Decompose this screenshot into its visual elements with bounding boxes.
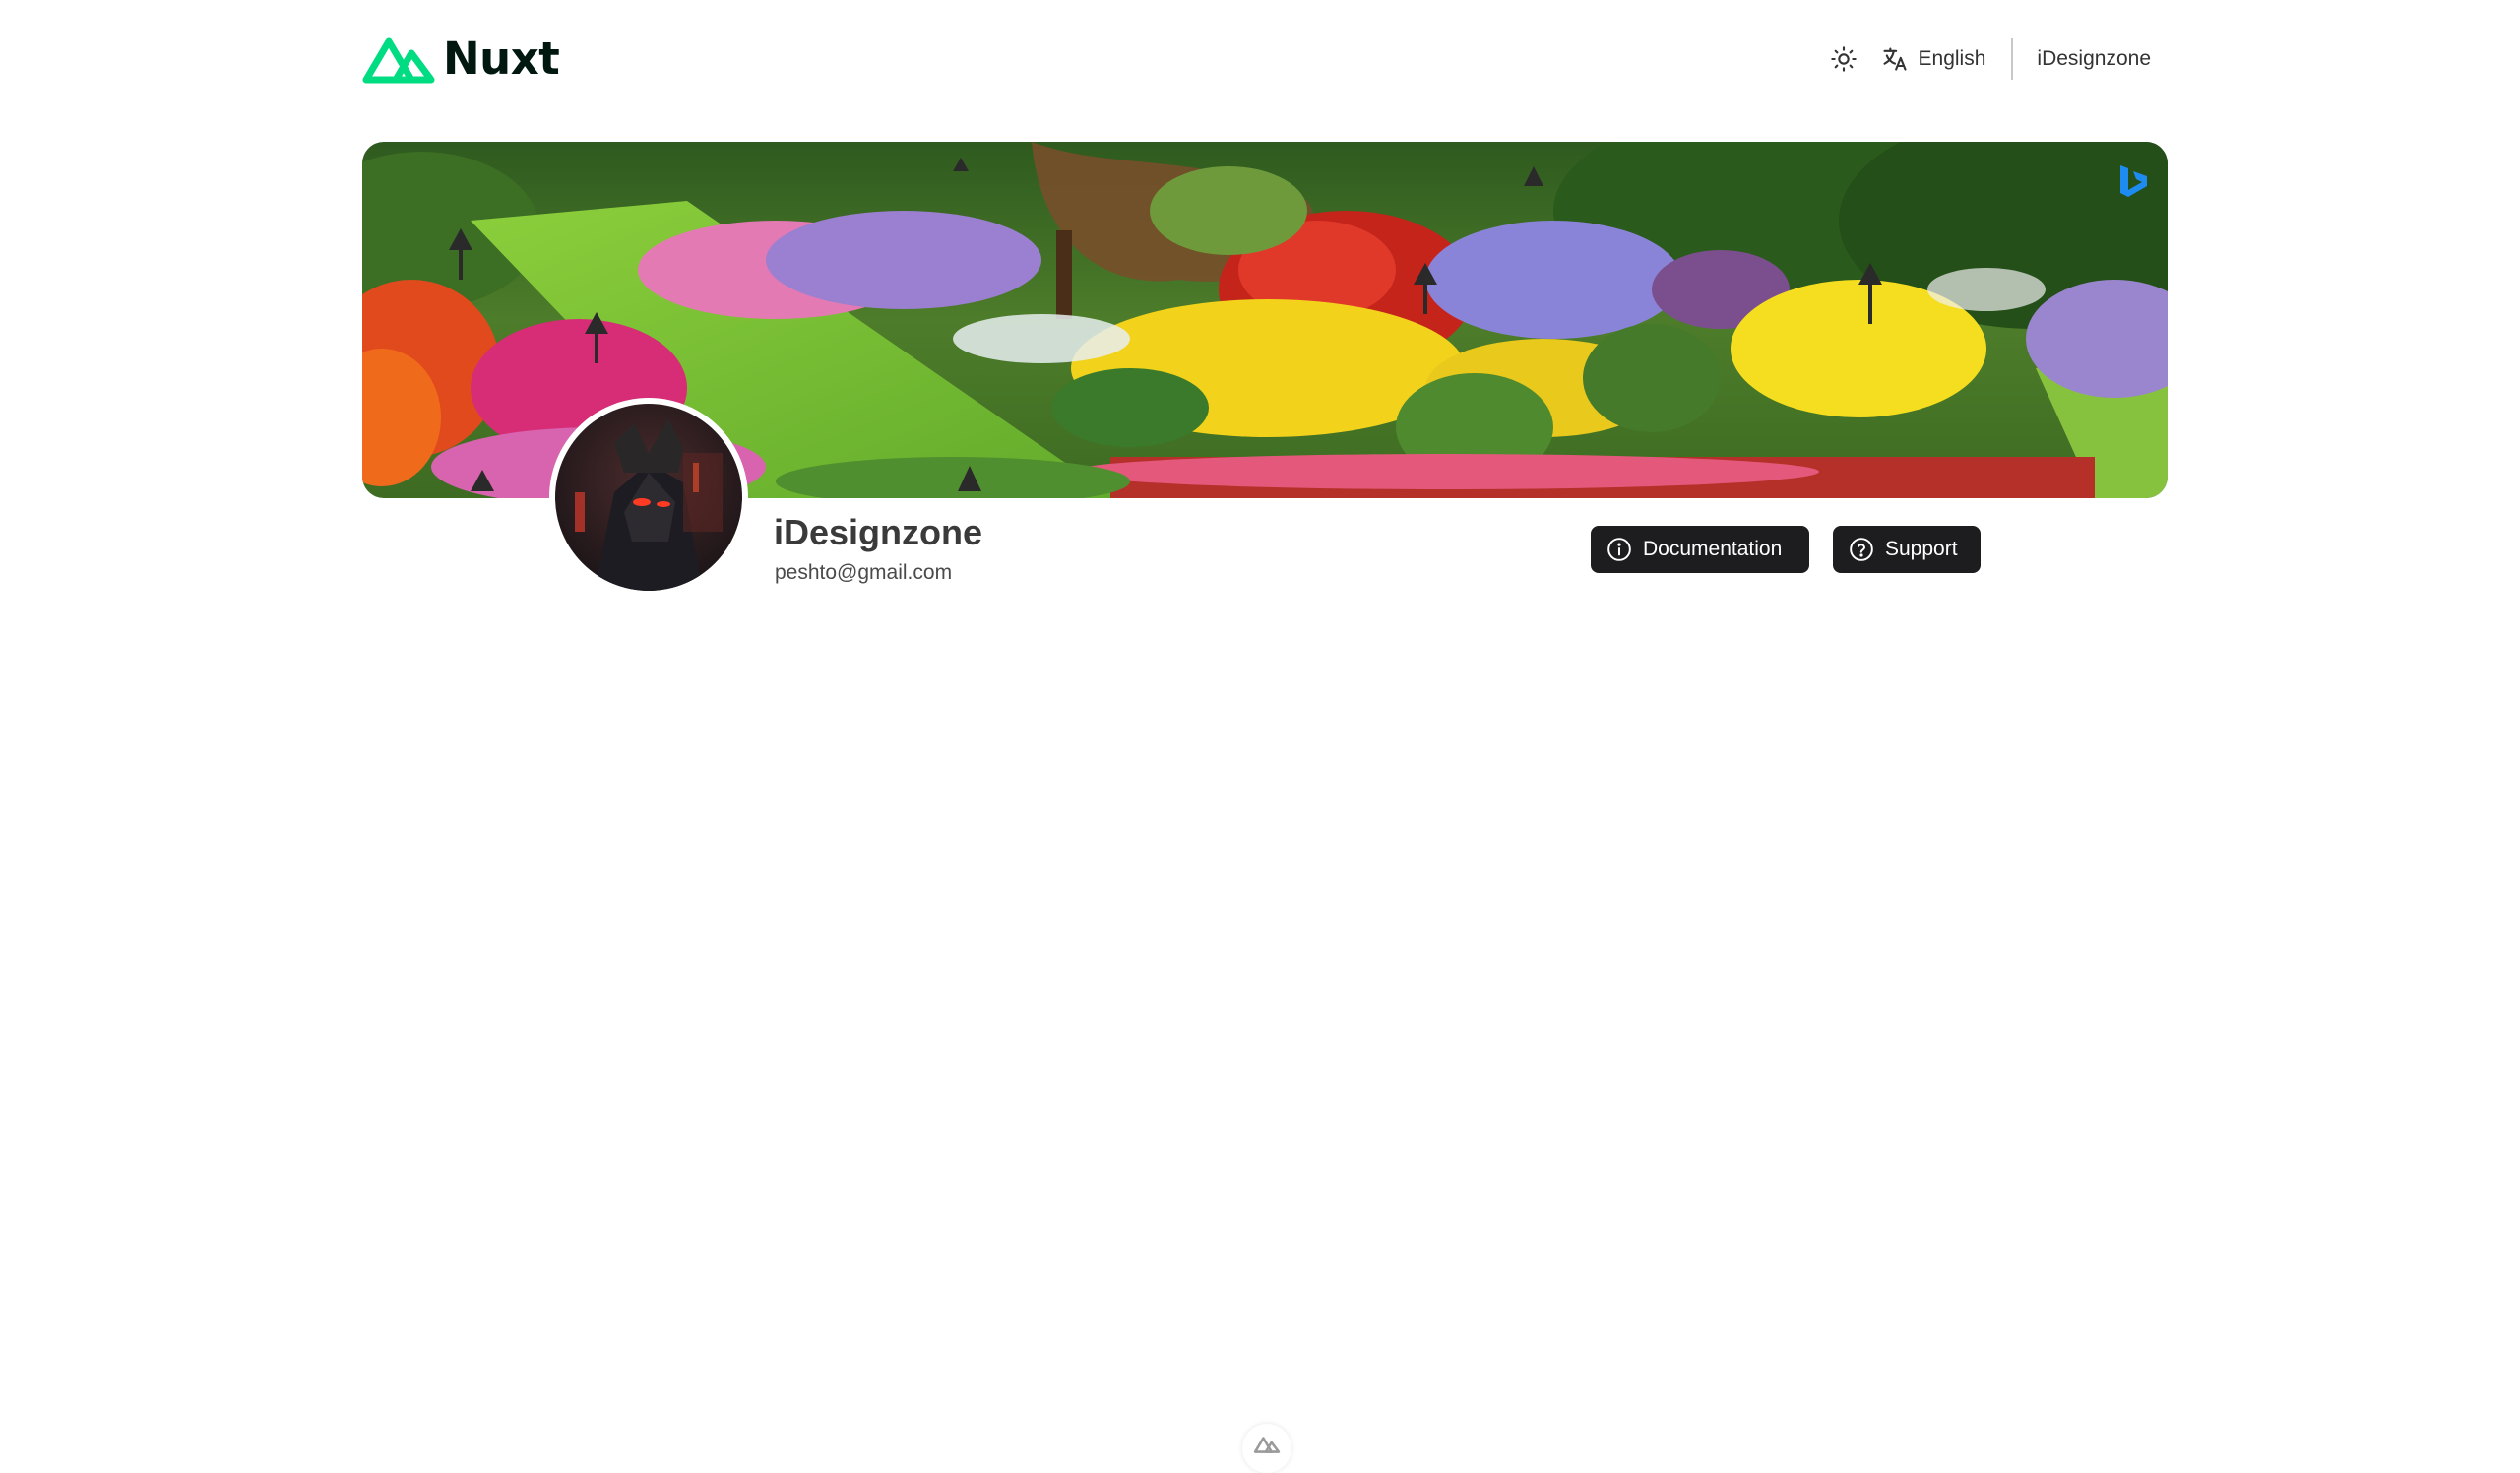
language-label: English (1918, 47, 1986, 70)
documentation-button[interactable]: Documentation (1591, 526, 1809, 573)
header-actions: English iDesignzone (1822, 35, 2166, 83)
support-button[interactable]: Support (1833, 526, 1981, 573)
avatar-image (555, 404, 742, 591)
nuxt-devtools-button[interactable] (1242, 1424, 1292, 1473)
info-circle-icon (1607, 538, 1631, 561)
nuxt-devtools-icon (1253, 1437, 1281, 1453)
profile-actions: Documentation Support (1591, 526, 1981, 573)
avatar (549, 398, 748, 597)
logo-wordmark: Nuxt (443, 32, 560, 85)
nuxt-mountain-icon (362, 37, 435, 84)
support-label: Support (1885, 538, 1958, 560)
header-divider (2011, 38, 2014, 80)
question-circle-icon (1850, 538, 1873, 561)
profile-name: iDesignzone (774, 512, 983, 552)
documentation-label: Documentation (1643, 538, 1783, 560)
top-navbar: Nuxt English iDesignzone (362, 0, 2166, 118)
translate-icon (1882, 47, 1907, 71)
user-menu-link[interactable]: iDesignzone (2037, 47, 2166, 71)
language-selector[interactable]: English (1875, 37, 1994, 81)
nuxt-logo[interactable]: Nuxt (362, 32, 560, 85)
profile-email: peshto@gmail.com (775, 561, 953, 584)
sun-icon (1830, 46, 1857, 72)
theme-toggle-button[interactable] (1822, 37, 1865, 81)
